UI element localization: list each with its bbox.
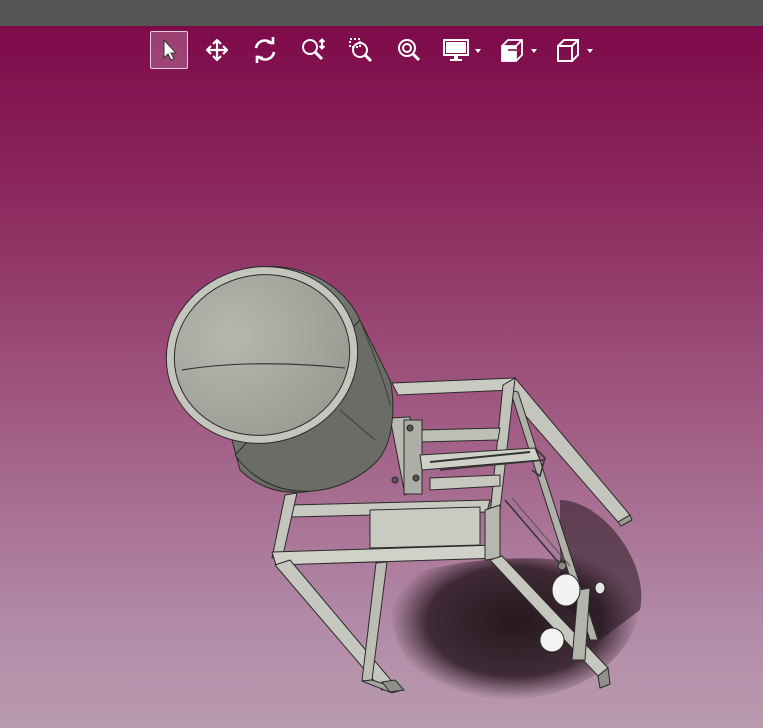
zoom-fit-icon: [398, 39, 421, 62]
view-orientation-dropdown[interactable]: [550, 31, 596, 69]
select-tool-button[interactable]: [150, 31, 188, 69]
display-mode-dropdown[interactable]: [438, 31, 484, 69]
cad-model-scene: [165, 265, 642, 700]
mixing-drum: [165, 265, 394, 493]
pan-tool-button[interactable]: [198, 31, 236, 69]
zoom-tool-button[interactable]: [294, 31, 332, 69]
section-view-dropdown[interactable]: [494, 31, 540, 69]
rotate-icon: [254, 37, 276, 63]
monitor-icon: [443, 39, 469, 61]
zoom-window-button[interactable]: [342, 31, 380, 69]
zoom-updown-icon: [302, 38, 326, 61]
chevron-down-icon: [531, 49, 537, 53]
view-toolbar: [150, 30, 606, 70]
zoom-fit-button[interactable]: [390, 31, 428, 69]
chevron-down-icon: [475, 49, 481, 53]
rotate-tool-button[interactable]: [246, 31, 284, 69]
cube-icon: [557, 39, 579, 62]
zoom-box-icon: [349, 38, 373, 63]
3d-viewport[interactable]: [0, 26, 763, 728]
chevron-down-icon: [587, 49, 593, 53]
section-cube-icon: [501, 39, 523, 62]
move-arrows-icon: [205, 38, 229, 62]
arrow-pointer-icon: [163, 38, 178, 61]
title-bar: [0, 0, 763, 26]
